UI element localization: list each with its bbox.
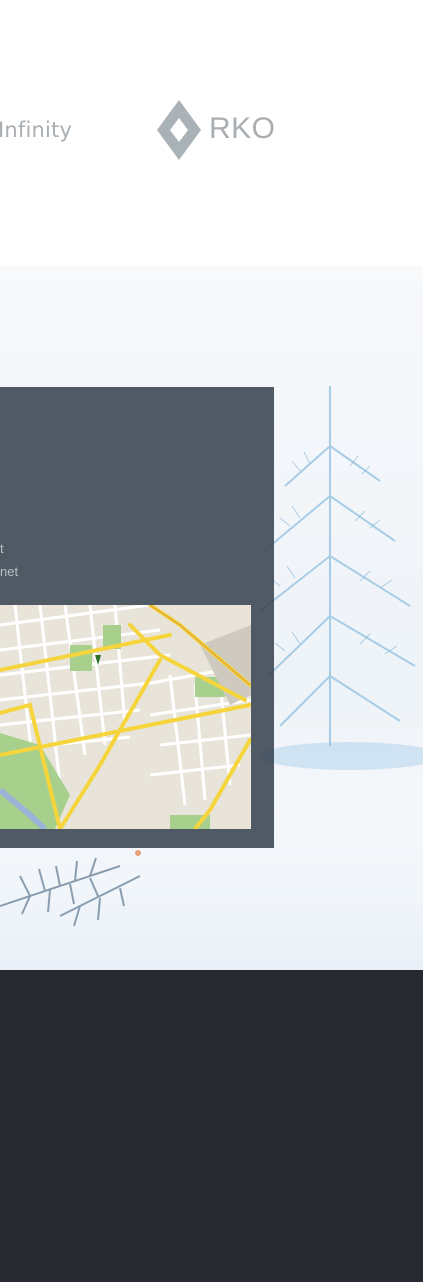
contact-section: t net <box>0 266 423 970</box>
rko-diamond-icon <box>157 100 201 160</box>
location-marker-dot <box>135 850 141 856</box>
footer <box>0 970 423 1282</box>
location-map[interactable] <box>0 605 251 829</box>
rko-logo-text: RKO <box>209 112 276 145</box>
panel-text-line-2: net <box>0 564 19 579</box>
map-park <box>70 645 92 671</box>
map-image <box>0 605 251 829</box>
panel-text-line-1: t <box>0 541 4 556</box>
rko-logo: RKO <box>157 100 277 160</box>
infinity-logo: Infinity <box>0 118 73 142</box>
contact-panel: t net <box>0 387 274 848</box>
client-logos-section: Infinity RKO <box>0 0 423 266</box>
